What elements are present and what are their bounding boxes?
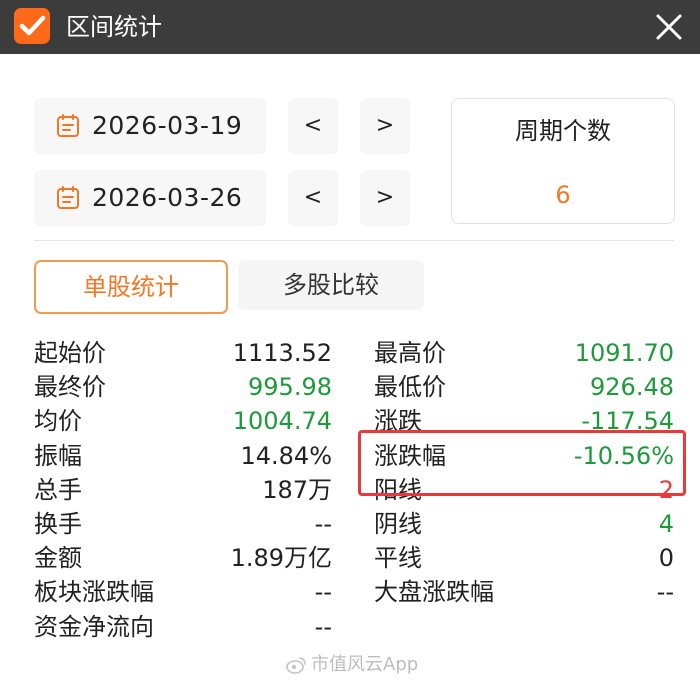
close-button[interactable]: [650, 8, 688, 46]
close-icon: [656, 14, 682, 40]
stat-value: 14.84%: [240, 442, 332, 470]
stat-label: 最高价: [374, 339, 446, 367]
stat-value: 1.89万亿: [230, 544, 332, 572]
checkmark-logo-icon: [14, 8, 50, 44]
stat-label: 大盘涨跌幅: [374, 578, 494, 606]
stat-label: 阳线: [374, 476, 422, 504]
stat-value: --: [656, 578, 674, 606]
stat-label: 金额: [34, 544, 82, 572]
start-date-next-button[interactable]: >: [360, 98, 410, 154]
end-date-text: 2026-03-26: [92, 183, 243, 212]
stat-label: 起始价: [34, 339, 106, 367]
stat-value: 0: [658, 544, 674, 572]
stat-label: 平线: [374, 544, 422, 572]
stat-value: --: [314, 613, 332, 641]
stat-value: 1004.74: [232, 407, 332, 435]
window-title: 区间统计: [66, 13, 162, 41]
stat-label: 均价: [34, 407, 82, 435]
stat-label: 振幅: [34, 442, 82, 470]
stat-label: 涨跌幅: [374, 442, 446, 470]
divider: [34, 240, 674, 241]
stat-value: 2: [658, 476, 674, 504]
weibo-icon: [285, 654, 307, 676]
stat-label: 换手: [34, 510, 82, 538]
calendar-icon: [56, 186, 80, 210]
watermark: 市值风云App: [285, 650, 418, 680]
stat-value: 995.98: [248, 373, 332, 401]
stat-value: -10.56%: [573, 442, 674, 470]
stat-value: --: [314, 510, 332, 538]
period-count-box: 周期个数 6: [451, 98, 675, 224]
stat-label: 资金净流向: [34, 613, 154, 641]
tab-single-stock[interactable]: 单股统计: [34, 260, 228, 314]
stat-value: -117.54: [581, 407, 674, 435]
stat-value: 4: [658, 510, 674, 538]
calendar-icon: [56, 114, 80, 138]
stat-label: 涨跌: [374, 407, 422, 435]
start-date-prev-button[interactable]: <: [288, 98, 338, 154]
start-date-text: 2026-03-19: [92, 111, 243, 140]
stat-value: --: [314, 578, 332, 606]
watermark-text: 市值风云App: [311, 654, 419, 675]
stat-value: 926.48: [590, 373, 674, 401]
tab-multi-stock-compare[interactable]: 多股比较: [238, 260, 424, 310]
stat-label: 最低价: [374, 373, 446, 401]
stat-value: 1113.52: [232, 339, 332, 367]
end-date-picker[interactable]: 2026-03-26: [34, 170, 266, 226]
end-date-prev-button[interactable]: <: [288, 170, 338, 226]
period-count-value: 6: [555, 181, 571, 209]
title-bar: 区间统计: [0, 0, 700, 54]
period-count-label: 周期个数: [515, 117, 611, 145]
end-date-next-button[interactable]: >: [360, 170, 410, 226]
stat-value: 1091.70: [574, 339, 674, 367]
start-date-picker[interactable]: 2026-03-19: [34, 98, 266, 154]
stat-value: 187万: [262, 476, 332, 504]
stat-label: 阴线: [374, 510, 422, 538]
stat-label: 板块涨跌幅: [34, 578, 154, 606]
stat-label: 最终价: [34, 373, 106, 401]
stat-label: 总手: [34, 476, 82, 504]
